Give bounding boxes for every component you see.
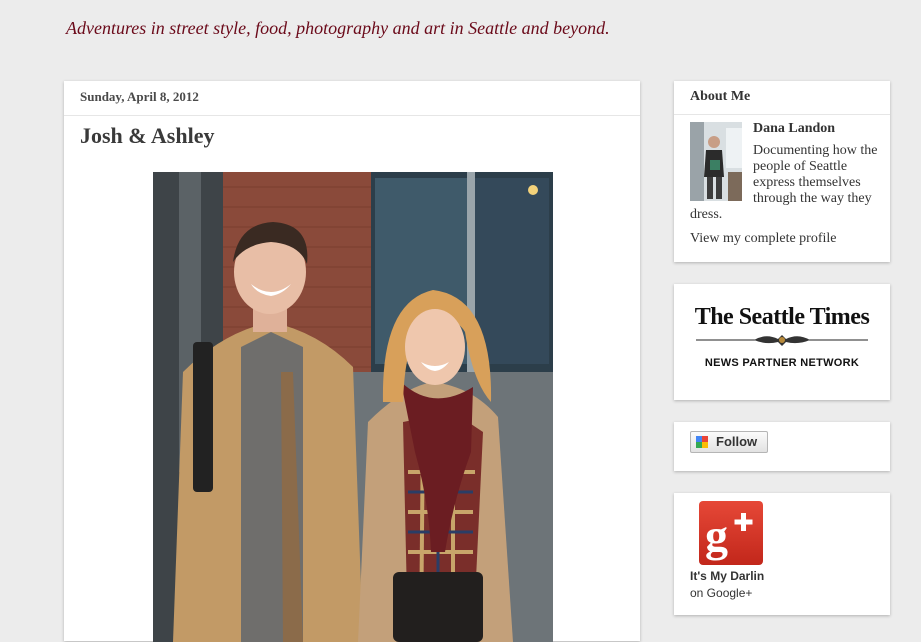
google-plus-widget: g It's My Darlin on Google+: [674, 493, 890, 615]
google-friend-connect-icon: [696, 436, 708, 448]
follow-label: Follow: [716, 434, 758, 449]
seattle-times-subtitle: NEWS PARTNER NETWORK: [704, 357, 860, 369]
profile-description: Documenting how the people of Seattle ex…: [690, 143, 878, 223]
blog-post: Sunday, April 8, 2012 Josh & Ashley: [64, 81, 640, 642]
about-me-widget: About Me Dana Landon Documenting how the…: [674, 81, 890, 262]
about-heading: About Me: [690, 89, 751, 104]
post-photo[interactable]: [153, 172, 553, 642]
blog-tagline: Adventures in street style, food, photog…: [66, 18, 610, 38]
svg-text:g: g: [705, 510, 728, 561]
seattle-times-name: The Seattle Times: [694, 304, 870, 330]
google-plus-subtitle: on Google+: [690, 586, 753, 600]
post-divider: [64, 115, 640, 116]
seattle-times-widget[interactable]: The Seattle Times NEWS PARTNER NETWORK: [674, 284, 890, 400]
about-divider: [674, 114, 890, 115]
view-profile-link[interactable]: View my complete profile: [690, 231, 837, 247]
profile-name[interactable]: Dana Landon: [753, 121, 835, 137]
seattle-times-emblem-icon: [696, 335, 868, 346]
post-title[interactable]: Josh & Ashley: [80, 123, 214, 149]
seattle-times-logo[interactable]: The Seattle Times NEWS PARTNER NETWORK: [694, 304, 870, 369]
google-plus-name[interactable]: It's My Darlin: [690, 569, 764, 583]
post-date: Sunday, April 8, 2012: [80, 89, 199, 104]
follow-button[interactable]: Follow: [690, 431, 768, 453]
follow-widget: Follow: [674, 422, 890, 471]
google-plus-icon[interactable]: g: [699, 501, 763, 565]
